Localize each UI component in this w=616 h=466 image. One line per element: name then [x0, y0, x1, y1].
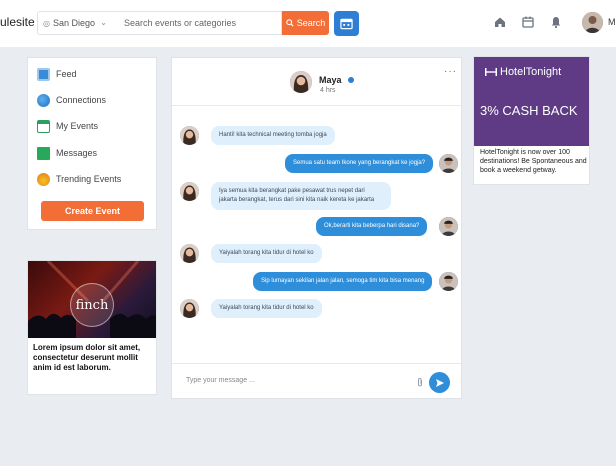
calendar-icon	[37, 119, 50, 133]
ad-brand-label: HotelTonight	[500, 66, 562, 78]
bed-icon	[485, 68, 497, 76]
calendar-nav-icon[interactable]	[521, 15, 535, 29]
home-icon[interactable]	[493, 15, 507, 29]
ad-brand: HotelTonight	[485, 66, 561, 78]
contact-message-avatar	[180, 299, 199, 318]
contact-name: Maya	[319, 75, 342, 85]
user-avatar-image	[582, 12, 603, 33]
bell-icon[interactable]	[549, 15, 563, 29]
search-input[interactable]: Search events or categories	[114, 11, 282, 35]
ad-headline: 3% CASH BACK	[480, 103, 578, 118]
chat-panel: Maya 4 hrs ··· Hanti! kita technical mee…	[171, 57, 463, 400]
promo-card[interactable]: finch Lorem ipsum dolor sit amet, consec…	[27, 260, 157, 395]
feed-icon	[37, 67, 50, 81]
search-button[interactable]: Search	[282, 11, 329, 35]
trending-icon	[37, 172, 50, 186]
message-composer: Type your message ...	[172, 363, 463, 400]
user-message-avatar	[439, 217, 458, 236]
contact-message-avatar	[180, 126, 199, 145]
search-placeholder: Search events or categories	[124, 18, 237, 28]
contact-avatar-image	[290, 71, 312, 93]
promo-logo: finch	[70, 283, 114, 327]
search-button-label: Search	[296, 18, 326, 28]
location-pin-icon: ◎	[43, 18, 50, 28]
sidebar-item-feed[interactable]: Feed	[37, 66, 77, 82]
sidebar-item-label: My Events	[56, 121, 99, 131]
ad-text: HotelTonight is now over 100 destination…	[480, 149, 587, 174]
mail-icon	[37, 146, 50, 160]
outgoing-message: Ok,berarti kita beberpa hari disana?	[316, 217, 428, 236]
sidebar-item-connections[interactable]: Connections	[37, 92, 106, 108]
sidebar-menu: Feed Connections My Events Messages Tren…	[27, 57, 157, 230]
contact-message-avatar	[180, 182, 199, 201]
create-event-button[interactable]: Create Event	[41, 201, 144, 221]
outgoing-message: Sip lumayan sekilan jalan jalan, semoga …	[253, 272, 433, 291]
user-message-avatar	[439, 154, 458, 173]
outgoing-message: Semua satu team Ikone yang berangkat ke …	[285, 154, 434, 173]
promo-text: Lorem ipsum dolor sit amet, consectetur …	[33, 343, 141, 372]
location-selector[interactable]: ◎ San Diego ⌄	[37, 11, 115, 35]
incoming-message: Iya semua kita berangkat pake pesawat tr…	[211, 182, 391, 210]
search-icon	[285, 19, 294, 27]
online-status-dot	[348, 77, 354, 83]
chat-header: Maya 4 hrs ···	[172, 58, 463, 106]
calendar-button[interactable]	[334, 11, 359, 36]
calendar-icon	[340, 18, 353, 30]
send-button[interactable]	[429, 372, 450, 393]
sidebar-item-trending-events[interactable]: Trending Events	[37, 171, 121, 187]
user-name-initial[interactable]: M	[608, 17, 616, 27]
sidebar-item-my-events[interactable]: My Events	[37, 118, 98, 134]
incoming-message: Yaiyalah torang kita tidur di hotel ko	[211, 244, 322, 263]
sidebar-item-label: Trending Events	[56, 174, 122, 184]
send-icon	[435, 378, 444, 387]
location-label: San Diego	[52, 18, 96, 28]
ad-banner: HotelTonight 3% CASH BACK	[474, 57, 589, 146]
incoming-message: Hanti! kita technical meeting tomba jogj…	[211, 126, 335, 145]
contact-avatar[interactable]	[290, 71, 312, 93]
brand-logo-text[interactable]: ulesite	[0, 15, 35, 29]
contact-message-avatar	[180, 244, 199, 263]
user-message-avatar	[439, 272, 458, 291]
contact-last-seen: 4 hrs	[320, 87, 336, 94]
top-navigation-bar: ulesite ◎ San Diego ⌄ Search events or c…	[0, 0, 616, 47]
user-avatar[interactable]	[582, 12, 603, 33]
globe-icon	[37, 93, 50, 107]
sidebar-item-messages[interactable]: Messages	[37, 145, 97, 161]
hoteltonight-ad[interactable]: HotelTonight 3% CASH BACK HotelTonight i…	[473, 56, 590, 185]
sidebar-item-label: Messages	[56, 148, 98, 158]
message-input[interactable]: Type your message ...	[186, 377, 255, 384]
more-options-icon[interactable]: ···	[444, 66, 457, 77]
sidebar-item-label: Connections	[56, 95, 107, 105]
promo-concert-image: finch	[28, 261, 156, 338]
sidebar-item-label: Feed	[56, 69, 77, 79]
attachment-icon[interactable]	[416, 377, 424, 388]
incoming-message: Yaiyalah torang kita tidur di hotel ko	[211, 299, 322, 318]
chevron-down-icon: ⌄	[100, 18, 107, 27]
